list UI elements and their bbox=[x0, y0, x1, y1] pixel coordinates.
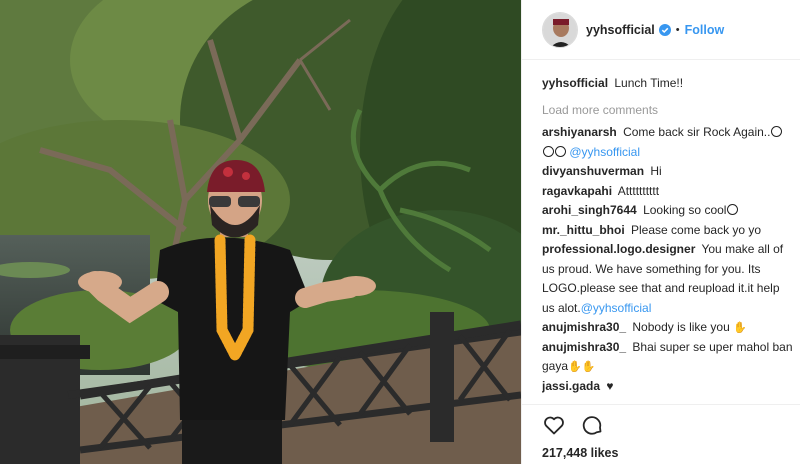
caption-username[interactable]: yyhsofficial bbox=[542, 76, 608, 90]
comments-list[interactable]: yyhsofficial Lunch Time!! Load more comm… bbox=[542, 70, 794, 404]
post-actions: 217,448 likes bbox=[522, 404, 800, 464]
comment-mention[interactable]: @yyhsofficial bbox=[569, 145, 640, 159]
post-header: yyhsofficial • Follow bbox=[522, 0, 800, 60]
action-icons bbox=[542, 413, 604, 437]
header-username[interactable]: yyhsofficial bbox=[586, 23, 655, 37]
eyes-emoji-icon bbox=[555, 145, 566, 157]
heart-outline-icon[interactable] bbox=[542, 413, 566, 437]
follow-button[interactable]: Follow bbox=[685, 23, 725, 37]
likes-count[interactable]: 217,448 likes bbox=[542, 446, 618, 460]
comment-item: jassi.gada ♥ bbox=[542, 377, 794, 397]
comment-text: Nobody is like you bbox=[632, 320, 730, 334]
comment-text: Looking so cool bbox=[643, 203, 727, 217]
comment-username[interactable]: anujmishra30_ bbox=[542, 340, 626, 354]
load-more-comments-button[interactable]: Load more comments bbox=[542, 103, 794, 117]
face-emoji-icon bbox=[727, 204, 739, 215]
avatar-image bbox=[543, 12, 577, 47]
post-sidebar: yyhsofficial • Follow yyhsofficial Lunch… bbox=[521, 0, 800, 464]
comment-text: Atttttttttt bbox=[617, 183, 660, 198]
comment-item: anujmishra30_ Bhai super se uper mahol b… bbox=[542, 338, 794, 377]
comment-mention[interactable]: @yyhsofficial bbox=[581, 301, 652, 315]
caption-text: Lunch Time!! bbox=[614, 76, 684, 90]
comment-item: anujmishra30_ Nobody is like you ✋ bbox=[542, 318, 794, 338]
comment-username[interactable]: anujmishra30_ bbox=[542, 320, 626, 334]
comment-item: professional.logo.designer You make all … bbox=[542, 240, 794, 318]
post-caption: yyhsofficial Lunch Time!! bbox=[542, 75, 794, 92]
speech-bubble-icon[interactable] bbox=[580, 413, 604, 437]
post-photo-illustration bbox=[0, 0, 521, 464]
instagram-post: yyhsofficial • Follow yyhsofficial Lunch… bbox=[0, 0, 800, 464]
comment-username[interactable]: professional.logo.designer bbox=[542, 242, 695, 256]
header-separator: • bbox=[675, 23, 680, 36]
profile-avatar[interactable] bbox=[542, 11, 578, 48]
eyes-emoji-icon bbox=[543, 145, 554, 157]
comment-username[interactable]: arohi_singh7644 bbox=[542, 203, 637, 217]
comment-username[interactable]: arshiyanarsh bbox=[542, 125, 617, 139]
comment-item: arohi_singh7644 Looking so cool bbox=[542, 201, 794, 221]
comment-item: arshiyanarsh Come back sir Rock Again.. … bbox=[542, 123, 794, 162]
comment-username[interactable]: mr._hittu_bhoi bbox=[542, 223, 625, 237]
comment-item: ragavkapahi Atttttttttt bbox=[542, 182, 794, 202]
comment-username[interactable]: divyanshuverman bbox=[542, 164, 644, 178]
comment-text: ♥ bbox=[606, 378, 614, 393]
comment-item: divyanshuverman Hi bbox=[542, 162, 794, 182]
hand-emoji-icon: ✋✋ bbox=[568, 360, 596, 373]
comment-text: Please come back yo yo bbox=[631, 222, 762, 237]
comment-item: mr._hittu_bhoi Please come back yo yo bbox=[542, 221, 794, 241]
comment-text: Come back sir Rock Again.. bbox=[623, 125, 771, 139]
hand-emoji-icon: ✋ bbox=[733, 321, 747, 334]
comment-username[interactable]: jassi.gada bbox=[542, 379, 600, 393]
comment-text: Hi bbox=[650, 164, 662, 178]
verified-badge-icon bbox=[658, 23, 671, 36]
post-photo[interactable] bbox=[0, 0, 521, 464]
smile-emoji-icon bbox=[771, 126, 783, 137]
comment-username[interactable]: ragavkapahi bbox=[542, 184, 612, 198]
